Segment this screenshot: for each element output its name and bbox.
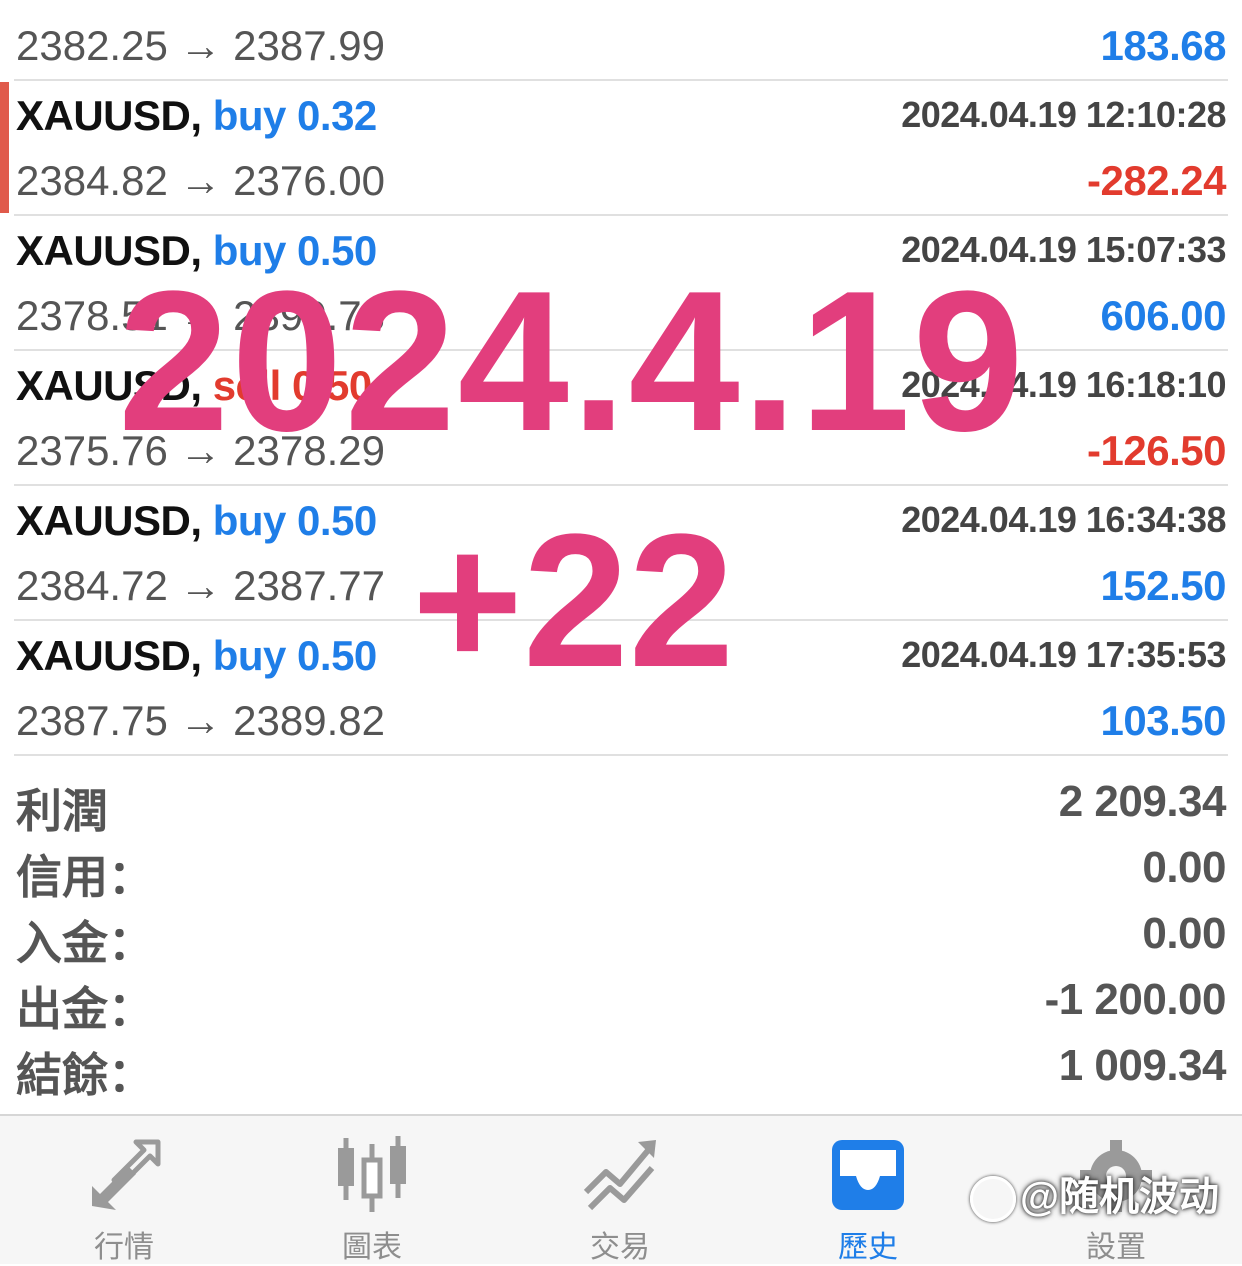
summary-value: 1 009.34 (1058, 1041, 1227, 1090)
history-inbox-icon (832, 1140, 904, 1210)
trade-profit: -126.50 (1087, 427, 1226, 474)
tab-quotes[interactable]: 行情 (0, 1116, 248, 1264)
candlestick-chart-icon (338, 1136, 406, 1212)
summary-deposit: 入金： 0.00 (0, 905, 1242, 971)
tab-label: 行情 (94, 1231, 154, 1264)
trade-profit: 103.50 (1100, 697, 1227, 744)
trade-profit: 606.00 (1100, 292, 1227, 339)
tab-label: 圖表 (342, 1231, 402, 1264)
summary-value: 0.00 (1142, 909, 1226, 958)
summary-profit: 利潤 2 209.34 (0, 773, 1242, 839)
trade-time: 2024.04.19 12:10:28 (901, 94, 1226, 135)
trade-trend-icon (583, 1140, 656, 1211)
summary-value: 0.00 (1142, 843, 1226, 892)
summary-value: -1 200.00 (1044, 975, 1227, 1024)
summary-label: 出金： (16, 983, 154, 1035)
tab-trade[interactable]: 交易 (496, 1116, 744, 1264)
trade-prices: 2387.75 → 2389.82 (16, 697, 385, 744)
summary-credit: 信用： 0.00 (0, 839, 1242, 905)
tab-history[interactable]: 歷史 (744, 1116, 992, 1264)
trade-profit: 152.50 (1100, 562, 1227, 609)
overlay-date-text: 2024.4.19 (118, 250, 1026, 473)
loss-marker (0, 82, 9, 213)
summary-label: 利潤 (16, 785, 108, 837)
trade-prices: 2382.25 → 2387.99 (16, 22, 385, 69)
row-divider (14, 754, 1228, 756)
trade-prices: 2384.72 → 2387.77 (16, 562, 385, 609)
trade-row[interactable]: XAUUSD, buy 0.32 2024.04.19 12:10:28 238… (0, 80, 1242, 215)
summary-withdrawal: 出金： -1 200.00 (0, 971, 1242, 1037)
watermark-logo-icon (970, 1176, 1016, 1223)
watermark: @随机波动 (970, 1164, 1219, 1223)
trade-row[interactable]: 2382.25 → 2387.99 183.68 (0, 0, 1242, 80)
tab-label: 歷史 (838, 1231, 898, 1264)
trade-profit: 183.68 (1100, 22, 1227, 69)
trade-profit: -282.24 (1087, 157, 1226, 204)
tab-charts[interactable]: 圖表 (248, 1116, 496, 1264)
summary-label: 入金： (16, 917, 154, 969)
trade-symbol: XAUUSD, buy 0.32 (16, 92, 377, 139)
summary-balance: 結餘： 1 009.34 (0, 1037, 1242, 1103)
tab-label: 交易 (590, 1231, 650, 1264)
trade-symbol: XAUUSD, buy 0.50 (16, 632, 377, 679)
trade-time: 2024.04.19 17:35:53 (901, 634, 1226, 675)
quotes-arrows-icon (92, 1139, 161, 1210)
overlay-gain-text: +22 (412, 495, 735, 707)
summary-label: 結餘： (16, 1049, 154, 1101)
trade-symbol: XAUUSD, buy 0.50 (16, 497, 377, 544)
tab-label: 設置 (1086, 1231, 1146, 1264)
summary-label: 信用： (16, 851, 154, 903)
trade-time: 2024.04.19 16:34:38 (901, 499, 1226, 540)
summary-value: 2 209.34 (1058, 777, 1227, 826)
trade-prices: 2384.82 → 2376.00 (16, 157, 385, 204)
